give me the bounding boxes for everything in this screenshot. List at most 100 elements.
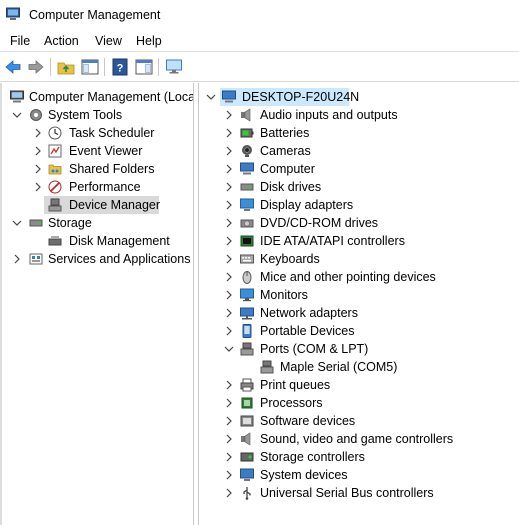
device-category-display-adapters[interactable]: Display adapters	[199, 196, 514, 214]
device-tree-pane[interactable]: DESKTOP-F20U24N Audio inputs and outputs…	[198, 83, 519, 525]
tree-item-performance[interactable]: Performance	[2, 178, 192, 196]
chevron-right-icon[interactable]	[223, 466, 235, 484]
printer-icon	[240, 378, 254, 392]
device-category-label: Mice and other pointing devices	[260, 270, 436, 284]
forward-arrow-icon[interactable]	[27, 58, 45, 76]
tree-item-computer-management[interactable]: Computer Management (Local	[2, 88, 193, 106]
up-folder-icon[interactable]	[57, 58, 75, 76]
device-category-portable-devices[interactable]: Portable Devices	[199, 322, 514, 340]
chevron-right-icon[interactable]	[223, 394, 235, 412]
tree-item-disk-management[interactable]: Disk Management	[2, 232, 192, 250]
chevron-right-icon[interactable]	[223, 484, 235, 502]
chevron-down-icon[interactable]	[223, 340, 235, 358]
device-category-cameras[interactable]: Cameras	[199, 142, 514, 160]
device-category-universal-serial-bus-controllers[interactable]: Universal Serial Bus controllers	[199, 484, 514, 502]
chevron-right-icon[interactable]	[223, 160, 235, 178]
help-icon[interactable]: ?	[111, 58, 129, 76]
tree-item-task-scheduler[interactable]: Task Scheduler	[2, 124, 192, 142]
chevron-right-icon[interactable]	[223, 106, 235, 124]
device-category-print-queues[interactable]: Print queues	[199, 376, 514, 394]
monitor-icon[interactable]	[165, 58, 183, 76]
chevron-right-icon[interactable]	[223, 304, 235, 322]
device-manager-icon	[48, 198, 62, 212]
device-category-dvd-cd-rom-drives[interactable]: DVD/CD-ROM drives	[199, 214, 514, 232]
device-category-network-adapters[interactable]: Network adapters	[199, 304, 514, 322]
device-category-label: Disk drives	[260, 180, 322, 194]
chevron-right-icon[interactable]	[223, 178, 235, 196]
chevron-right-icon[interactable]	[32, 178, 44, 196]
device-category-label: Monitors	[260, 288, 308, 302]
chevron-right-icon[interactable]	[32, 142, 44, 160]
chevron-right-icon[interactable]	[223, 322, 235, 340]
chevron-right-icon[interactable]	[223, 124, 235, 142]
device-tree-root[interactable]: DESKTOP-F20U24N	[199, 88, 359, 106]
device-category-keyboards[interactable]: Keyboards	[199, 250, 514, 268]
device-category-sound-video-and-game-controllers[interactable]: Sound, video and game controllers	[199, 430, 514, 448]
show-hide-console-tree-icon[interactable]	[81, 58, 99, 76]
device-category-monitors[interactable]: Monitors	[199, 286, 514, 304]
device-category-storage-controllers[interactable]: Storage controllers	[199, 448, 514, 466]
chevron-down-icon[interactable]	[11, 214, 23, 232]
device-category-label: Storage controllers	[260, 450, 365, 464]
device-category-computer[interactable]: Computer	[199, 160, 514, 178]
chevron-right-icon[interactable]	[32, 124, 44, 142]
computer-icon	[240, 162, 254, 175]
device-category-ide-ata-atapi-controllers[interactable]: IDE ATA/ATAPI controllers	[199, 232, 514, 250]
device-category-batteries[interactable]: Batteries	[199, 124, 514, 142]
device-category-label: System devices	[260, 468, 348, 482]
toolbar-separator	[158, 58, 159, 76]
computer-management-icon	[6, 7, 20, 20]
chevron-right-icon[interactable]	[223, 448, 235, 466]
show-hide-action-pane-icon[interactable]	[135, 58, 153, 76]
device-category-label: IDE ATA/ATAPI controllers	[260, 234, 405, 248]
menu-file[interactable]: File	[10, 34, 30, 48]
menu-view[interactable]: View	[95, 34, 122, 48]
chevron-right-icon[interactable]	[223, 430, 235, 448]
console-tree-pane[interactable]: Computer Management (Local System Tools …	[0, 83, 194, 525]
device-category-ports-com-lpt[interactable]: Ports (COM & LPT)	[199, 340, 514, 358]
device-item-maple-serial[interactable]: Maple Serial (COM5)	[199, 358, 514, 376]
network-adapter-icon	[240, 307, 254, 320]
tree-item-label: Device Manager	[69, 198, 161, 212]
menu-action[interactable]: Action	[44, 34, 79, 48]
tree-item-shared-folders[interactable]: Shared Folders	[2, 160, 192, 178]
toolbar-separator	[50, 58, 51, 76]
chevron-right-icon[interactable]	[223, 376, 235, 394]
device-category-disk-drives[interactable]: Disk drives	[199, 178, 514, 196]
device-category-label: Audio inputs and outputs	[260, 108, 398, 122]
chevron-down-icon[interactable]	[205, 88, 217, 106]
device-category-label: Display adapters	[260, 198, 354, 212]
chevron-right-icon[interactable]	[223, 232, 235, 250]
chevron-right-icon[interactable]	[223, 214, 235, 232]
device-tree-root-label: DESKTOP-F20U24N	[242, 90, 360, 104]
device-category-label: Cameras	[260, 144, 311, 158]
tree-item-event-viewer[interactable]: Event Viewer	[2, 142, 192, 160]
device-category-audio-inputs-and-outputs[interactable]: Audio inputs and outputs	[199, 106, 514, 124]
tree-item-system-tools[interactable]: System Tools	[2, 106, 192, 124]
chevron-right-icon[interactable]	[223, 142, 235, 160]
shared-folder-icon	[48, 164, 62, 175]
device-category-mice-and-other-pointing-devices[interactable]: Mice and other pointing devices	[199, 268, 514, 286]
device-category-processors[interactable]: Processors	[199, 394, 514, 412]
chevron-right-icon[interactable]	[223, 412, 235, 430]
chevron-right-icon[interactable]	[223, 196, 235, 214]
tree-item-services-and-applications[interactable]: Services and Applications	[2, 250, 192, 268]
computer-icon	[222, 90, 236, 103]
chevron-right-icon[interactable]	[223, 250, 235, 268]
menu-help[interactable]: Help	[136, 34, 162, 48]
tree-item-storage[interactable]: Storage	[2, 214, 192, 232]
chevron-right-icon[interactable]	[11, 250, 23, 268]
tree-item-device-manager[interactable]: Device Manager	[44, 196, 161, 214]
chevron-right-icon[interactable]	[223, 286, 235, 304]
back-arrow-icon[interactable]	[4, 58, 22, 76]
svg-text:?: ?	[117, 63, 124, 75]
chevron-right-icon[interactable]	[32, 160, 44, 178]
device-category-software-devices[interactable]: Software devices	[199, 412, 514, 430]
device-category-label: Network adapters	[260, 306, 358, 320]
chevron-down-icon[interactable]	[11, 106, 23, 124]
chevron-right-icon[interactable]	[223, 268, 235, 286]
system-device-icon	[240, 468, 254, 481]
device-category-system-devices[interactable]: System devices	[199, 466, 514, 484]
ide-controller-icon	[240, 235, 254, 247]
device-item-label: Maple Serial (COM5)	[280, 360, 398, 374]
